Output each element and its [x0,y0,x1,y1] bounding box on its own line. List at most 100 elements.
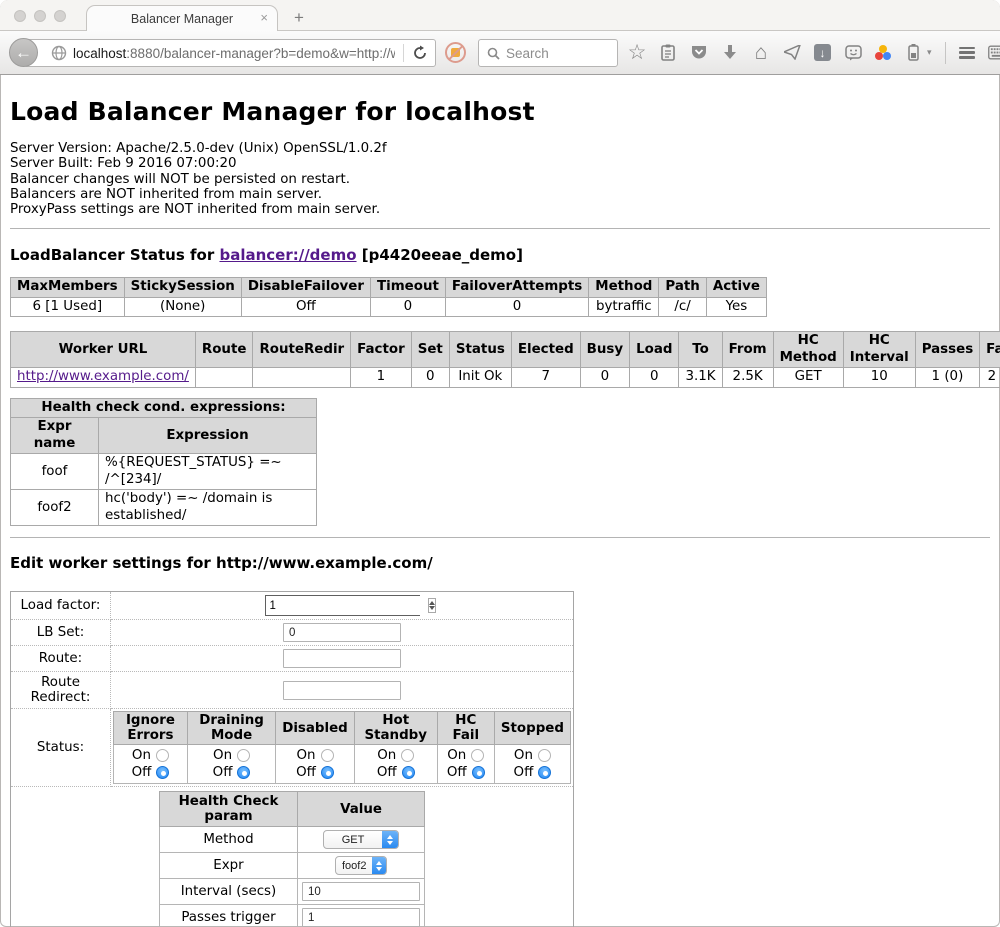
radio-hot-standby-on[interactable] [401,749,414,762]
radio-hot-standby-off[interactable] [402,766,415,779]
col-factor: Factor [351,332,412,368]
new-tab-button[interactable]: + [288,8,310,28]
content-block-icon[interactable] [445,42,466,63]
hc-expr-label: Expr [160,853,298,879]
tab-balancer-manager[interactable]: Balancer Manager × [86,5,278,31]
hc-expr-value: foof2 [336,860,372,872]
radio-label-on: On [447,747,466,764]
load-factor-input[interactable] [265,595,420,616]
bookmark-star-icon[interactable]: ☆ [628,43,646,63]
hc-interval-input[interactable] [302,882,420,901]
col-to: To [679,332,722,368]
col-hc-value: Value [298,792,425,827]
down-arrow-icon: ↓ [820,46,826,60]
cell-load: 0 [630,368,679,388]
col-active: Active [706,278,766,298]
lb-set-input[interactable] [283,623,401,642]
radio-hc-fail-on[interactable] [471,749,484,762]
feedback-smiley-icon[interactable] [844,43,862,63]
radio-label-on: On [514,747,533,764]
radio-label-on: On [296,747,315,764]
radio-stopped-on[interactable] [538,749,551,762]
url-bar[interactable]: localhost:8880/balancer-manager?b=demo&w… [24,39,436,67]
server-version-line: Server Version: Apache/2.5.0-dev (Unix) … [10,141,990,156]
col-hc-interval: HC Interval [843,332,915,368]
radio-hc-fail-off[interactable] [472,766,485,779]
radio-label-off: Off [132,764,152,781]
route-input[interactable] [283,649,401,668]
radio-draining-mode-off[interactable] [237,766,250,779]
search-icon [487,47,500,60]
radio-disabled-off[interactable] [321,766,334,779]
col-disabled: Disabled [276,712,355,745]
hc-passes-input[interactable] [302,908,420,927]
cell-stickysession: (None) [124,297,241,317]
health-check-param-table: Health Check param Value Method GET [159,791,425,927]
device-battery-icon[interactable] [904,43,922,63]
col-fails: Fails [980,332,1000,368]
search-input[interactable]: Search [478,39,618,67]
col-hc-param: Health Check param [160,792,298,827]
cell-to: 3.1K [679,368,722,388]
radio-label-off: Off [514,764,534,781]
col-expression: Expression [99,418,317,454]
radio-ignore-errors-on[interactable] [156,749,169,762]
radio-ignore-errors-off[interactable] [156,766,169,779]
back-arrow-icon: ← [15,43,32,63]
minimize-window-button[interactable] [34,10,46,22]
radio-stopped-off[interactable] [538,766,551,779]
proxypass-note-line: ProxyPass settings are NOT inherited fro… [10,202,990,217]
balancer-demo-link[interactable]: balancer://demo [219,246,356,264]
cell-set: 0 [411,368,449,388]
tab-close-icon[interactable]: × [260,11,268,25]
status-cell-hc-fail: On Off [437,745,494,784]
back-button[interactable]: ← [9,38,38,67]
route-redirect-input[interactable] [283,681,401,700]
page-title: Load Balancer Manager for localhost [10,97,990,126]
radio-label-on: On [132,747,151,764]
col-elected: Elected [511,332,580,368]
status-options-table: Ignore Errors Draining Mode Disabled Hot… [113,711,571,784]
pocket-icon[interactable] [690,43,708,63]
radio-label-on: On [377,747,396,764]
nav-toolbar: ← localhost:8880/balancer-manager?b=demo… [0,31,1000,75]
radio-disabled-on[interactable] [321,749,334,762]
hc-method-value: GET [324,834,382,846]
worker-url-link[interactable]: http://www.example.com/ [17,369,189,384]
color-dots-icon[interactable] [875,45,891,61]
worker-table: Worker URL Route RouteRedir Factor Set S… [10,331,1000,388]
status-cell-ignore-errors: On Off [114,745,188,784]
close-window-button[interactable] [14,10,26,22]
chevron-down-icon[interactable]: ▾ [927,47,932,58]
home-icon[interactable]: ⌂ [752,43,770,63]
cell-status: Init Ok [449,368,511,388]
reload-icon[interactable] [412,45,428,61]
url-text[interactable]: localhost:8880/balancer-manager?b=demo&w… [73,46,395,61]
cell-timeout: 0 [370,297,445,317]
status-heading-prefix: LoadBalancer Status for [10,246,219,264]
load-factor-label: Load factor: [11,592,111,620]
radio-label-on: On [213,747,232,764]
clipboard-icon[interactable] [659,43,677,63]
send-icon[interactable] [783,43,801,63]
url-path: :8880/balancer-manager?b=demo&w=http://w… [126,46,395,61]
cell-expr-name-foof: foof [11,454,99,490]
col-timeout: Timeout [370,278,445,298]
hc-method-select[interactable]: GET [323,830,399,849]
table-row: 6 [1 Used] (None) Off 0 0 bytraffic /c/ … [11,297,767,317]
number-stepper-icon[interactable] [428,598,436,613]
status-cell-hot-standby: On Off [354,745,437,784]
zoom-window-button[interactable] [54,10,66,22]
keyboard-icon[interactable] [988,43,1000,63]
menu-icon[interactable] [959,47,975,59]
cell-fails: 2 (0) [980,368,1000,388]
radio-draining-mode-on[interactable] [237,749,250,762]
hc-method-label: Method [160,827,298,853]
save-to-pocket-icon[interactable]: ↓ [814,44,831,61]
hc-expr-select[interactable]: foof2 [335,856,387,875]
loadbalancer-status-heading: LoadBalancer Status for balancer://demo … [10,246,990,264]
downloads-icon[interactable] [721,43,739,63]
load-factor-field[interactable] [266,596,428,615]
inherit-note-line: Balancers are NOT inherited from main se… [10,187,990,202]
col-route: Route [195,332,253,368]
